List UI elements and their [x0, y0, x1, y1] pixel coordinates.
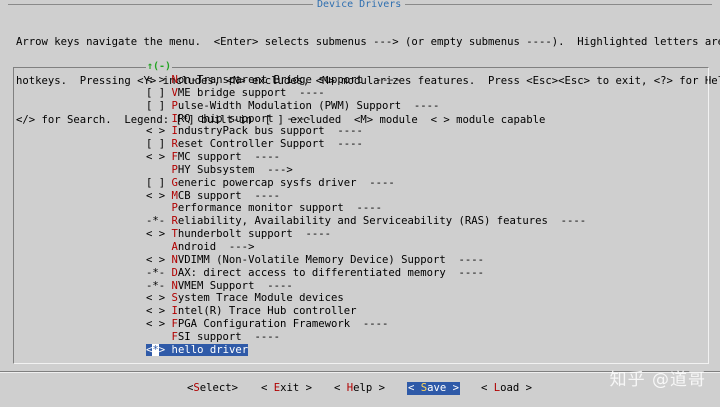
item-label: on-Transparent Bridge support ----	[177, 74, 402, 86]
item-label: eliability, Availability and Serviceabil…	[177, 215, 587, 228]
menu-item[interactable]: < > MCB support ----	[146, 190, 586, 203]
item-prefix: [ ]	[146, 99, 172, 112]
button-label: oad	[500, 382, 520, 394]
button-bracket: >	[299, 382, 313, 394]
menu-item[interactable]: [ ] Reset Controller Support ----	[146, 138, 586, 151]
menu-item[interactable]: < > Thunderbolt support ----	[146, 228, 586, 241]
item-label: ME bridge support ----	[177, 86, 325, 99]
button-label: xit	[280, 382, 300, 394]
item-label: PGA Configuration Framework ----	[177, 318, 389, 331]
button-bracket: >	[231, 382, 239, 394]
item-prefix: < >	[146, 305, 172, 318]
item-label: SI support ----	[177, 330, 280, 343]
item-prefix	[146, 241, 172, 253]
select-button[interactable]: <Select>	[187, 382, 238, 395]
help-line: Arrow keys navigate the menu. <Enter> se…	[16, 36, 720, 48]
item-prefix: < >	[146, 151, 172, 164]
window-title-bar: Device Drivers	[0, 0, 720, 10]
button-label: elp	[353, 382, 373, 394]
item-label: RQ chip support ----	[177, 112, 312, 125]
help-button[interactable]: < Help >	[334, 382, 385, 395]
item-prefix: < >	[146, 253, 172, 266]
item-label: eneric powercap sysfs driver ----	[177, 176, 395, 189]
menu-item[interactable]: [ ] Generic powercap sysfs driver ----	[146, 177, 586, 190]
item-label: ndustryPack bus support ----	[177, 125, 363, 138]
window-title: Device Drivers	[313, 0, 406, 10]
item-prefix: [ ]	[146, 86, 172, 99]
menu-item[interactable]: Performance monitor support ----	[146, 202, 586, 215]
menu-item[interactable]: PHY Subsystem --->	[146, 164, 586, 177]
item-label: eset Controller Support ----	[177, 138, 363, 151]
button-label: ave	[427, 382, 447, 394]
item-label: VMEM Support ----	[177, 279, 293, 292]
selection-highlight: <*> hello driver	[146, 343, 249, 356]
button-bracket: >	[372, 382, 386, 394]
menu-item[interactable]: < > Intel(R) Trace Hub controller	[146, 305, 586, 318]
save-button[interactable]: < Save >	[407, 382, 461, 395]
item-prefix: [ ]	[146, 138, 172, 151]
menu-item[interactable]: < > Non-Transparent Bridge support ----	[146, 74, 586, 87]
item-prefix: -*-	[146, 266, 172, 279]
button-label: elect	[199, 382, 232, 394]
item-prefix: < >	[146, 189, 172, 202]
item-prefix	[146, 202, 172, 214]
item-label: ystem Trace Module devices	[177, 292, 344, 305]
item-label: AX: direct access to differentiated memo…	[177, 266, 485, 279]
item-label: ulse-Width Modulation (PWM) Support ----	[177, 99, 440, 112]
item-label: ntel(R) Trace Hub controller	[177, 305, 357, 318]
exit-button[interactable]: < Exit >	[261, 382, 312, 395]
item-label: HY Subsystem --->	[177, 163, 293, 176]
item-prefix: < >	[146, 318, 172, 331]
item-label: MC support ----	[177, 151, 280, 164]
watermark-text: 知乎 @道哥	[609, 370, 706, 390]
menu-item[interactable]: < > FPGA Configuration Framework ----	[146, 318, 586, 331]
item-prefix: < >	[146, 292, 172, 305]
item-prefix: < >	[146, 125, 172, 138]
item-prefix	[146, 331, 172, 343]
item-label: ndroid --->	[177, 240, 255, 253]
menu-item[interactable]: FSI support ----	[146, 331, 586, 344]
item-label: hunderbolt support ----	[177, 228, 331, 241]
item-prefix-end: >	[158, 343, 172, 356]
button-bracket: >	[446, 382, 460, 394]
button-bracket: <	[261, 382, 274, 394]
item-prefix	[146, 164, 172, 176]
item-label: erformance monitor support ----	[177, 202, 383, 215]
menu-item[interactable]: [ ] VME bridge support ----	[146, 87, 586, 100]
menu-item[interactable]: < > NVDIMM (Non-Volatile Memory Device) …	[146, 254, 586, 267]
menu-item[interactable]: [ ] Pulse-Width Modulation (PWM) Support…	[146, 100, 586, 113]
menu-item[interactable]: -*- DAX: direct access to differentiated…	[146, 267, 586, 280]
menu-item-selected[interactable]: <*> hello driver	[146, 343, 586, 357]
item-prefix: [ ]	[146, 176, 172, 189]
menu-item[interactable]: -*- Reliability, Availability and Servic…	[146, 215, 586, 228]
scroll-up-indicator: ↑(-)	[146, 61, 173, 72]
item-prefix: < >	[146, 228, 172, 241]
item-prefix: -*-	[146, 279, 172, 292]
button-bracket: <	[481, 382, 494, 394]
menu-list[interactable]: < > Non-Transparent Bridge support ---- …	[146, 74, 586, 357]
menu-item[interactable]: < > FMC support ----	[146, 151, 586, 164]
item-prefix: < >	[146, 74, 172, 86]
menu-item[interactable]: -*- NVMEM Support ----	[146, 280, 586, 293]
menu-item[interactable]: IRQ chip support ----	[146, 113, 586, 126]
item-prefix: -*-	[146, 215, 172, 228]
load-button[interactable]: < Load >	[481, 382, 532, 395]
item-label: ello driver	[177, 343, 249, 356]
item-label: VDIMM (Non-Volatile Memory Device) Suppo…	[177, 253, 485, 266]
item-label: CB support ----	[177, 189, 280, 202]
button-bracket: <	[334, 382, 347, 394]
button-bracket: <	[408, 382, 421, 394]
menu-item[interactable]: < > System Trace Module devices	[146, 292, 586, 305]
button-bracket: >	[519, 382, 533, 394]
item-prefix	[146, 113, 172, 125]
menu-item[interactable]: < > IndustryPack bus support ----	[146, 125, 586, 138]
menu-item[interactable]: Android --->	[146, 241, 586, 254]
